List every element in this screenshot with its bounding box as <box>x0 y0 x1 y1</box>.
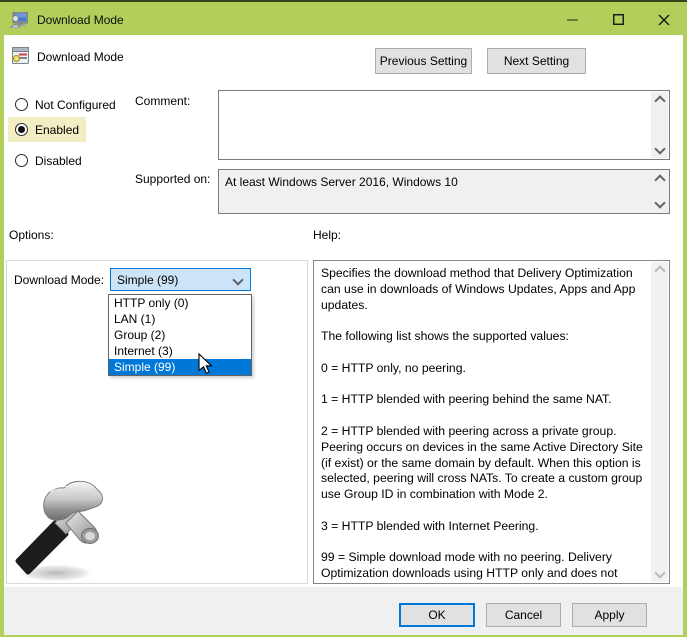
radio-button-icon[interactable] <box>15 154 28 167</box>
supported-scrollbar[interactable] <box>651 171 668 212</box>
dropdown-item-http-only-0[interactable]: HTTP only (0) <box>109 295 251 311</box>
scroll-up-icon[interactable] <box>654 265 665 276</box>
window-title: Download Mode <box>37 13 124 27</box>
chevron-down-icon <box>232 274 243 285</box>
help-paragraph: Specifies the download method that Deliv… <box>321 266 648 313</box>
combobox-value: Simple (99) <box>117 273 178 287</box>
comment-textarea[interactable] <box>218 90 670 160</box>
download-mode-field-label: Download Mode: <box>14 273 104 287</box>
help-paragraph: 0 = HTTP only, no peering. <box>321 361 648 377</box>
titlebar: Download Mode <box>0 4 687 35</box>
radio-label: Enabled <box>35 123 79 137</box>
radio-label: Not Configured <box>35 98 116 112</box>
previous-setting-button[interactable]: Previous Setting <box>375 48 472 74</box>
next-setting-button[interactable]: Next Setting <box>487 48 586 74</box>
download-mode-dropdown-list: HTTP only (0)LAN (1)Group (2)Internet (3… <box>108 294 252 376</box>
maximize-icon <box>613 14 624 25</box>
help-paragraph: The following list shows the supported v… <box>321 329 648 345</box>
help-scrollbar[interactable] <box>651 262 668 582</box>
group-policy-icon <box>10 12 28 28</box>
close-button[interactable] <box>641 4 687 35</box>
policy-name: Download Mode <box>37 50 124 64</box>
help-paragraph: 1 = HTTP blended with peering behind the… <box>321 392 648 408</box>
help-section-label: Help: <box>313 228 341 242</box>
close-icon <box>658 14 670 26</box>
mouse-cursor <box>198 353 214 375</box>
dropdown-item-group-2[interactable]: Group (2) <box>109 327 251 343</box>
supported-on-value: At least Windows Server 2016, Windows 10 <box>225 175 647 189</box>
help-panel: Specifies the download method that Deliv… <box>313 260 670 584</box>
policy-setting-dialog: Download Mode Download Mode Previous Set… <box>0 0 687 637</box>
radio-option-not-configured[interactable]: Not Configured <box>8 92 123 117</box>
ok-button[interactable]: OK <box>399 603 475 627</box>
scroll-down-icon[interactable] <box>654 197 665 208</box>
help-text: Specifies the download method that Deliv… <box>315 262 650 582</box>
scroll-up-icon[interactable] <box>654 95 665 106</box>
comment-label: Comment: <box>135 94 190 108</box>
comment-scrollbar[interactable] <box>651 92 668 158</box>
hammer-watermark-image <box>12 473 116 585</box>
options-section-label: Options: <box>9 228 54 242</box>
dropdown-item-simple-99[interactable]: Simple (99) <box>109 359 251 375</box>
policy-item-icon <box>12 47 29 64</box>
scroll-down-icon[interactable] <box>654 567 665 578</box>
apply-button[interactable]: Apply <box>572 603 647 627</box>
help-paragraph: 3 = HTTP blended with Internet Peering. <box>321 519 648 535</box>
supported-on-label: Supported on: <box>135 172 210 186</box>
maximize-button[interactable] <box>595 4 641 35</box>
scroll-up-icon[interactable] <box>654 174 665 185</box>
radio-button-icon[interactable] <box>15 123 28 136</box>
dropdown-item-lan-1[interactable]: LAN (1) <box>109 311 251 327</box>
minimize-icon <box>567 19 578 21</box>
radio-label: Disabled <box>35 154 82 168</box>
supported-on-box: At least Windows Server 2016, Windows 10 <box>218 169 670 214</box>
download-mode-combobox[interactable]: Simple (99) <box>110 268 251 291</box>
help-paragraph: 2 = HTTP blended with peering across a p… <box>321 424 648 503</box>
radio-option-enabled[interactable]: Enabled <box>8 117 86 142</box>
radio-option-disabled[interactable]: Disabled <box>8 148 89 173</box>
minimize-button[interactable] <box>549 4 595 35</box>
dropdown-item-internet-3[interactable]: Internet (3) <box>109 343 251 359</box>
caption-buttons <box>549 4 687 35</box>
dialog-content: Download Mode Previous Setting Next Sett… <box>4 35 683 635</box>
scroll-down-icon[interactable] <box>654 143 665 154</box>
cancel-button[interactable]: Cancel <box>486 603 561 627</box>
help-paragraph: 99 = Simple download mode with no peerin… <box>321 550 648 582</box>
radio-button-icon[interactable] <box>15 98 28 111</box>
